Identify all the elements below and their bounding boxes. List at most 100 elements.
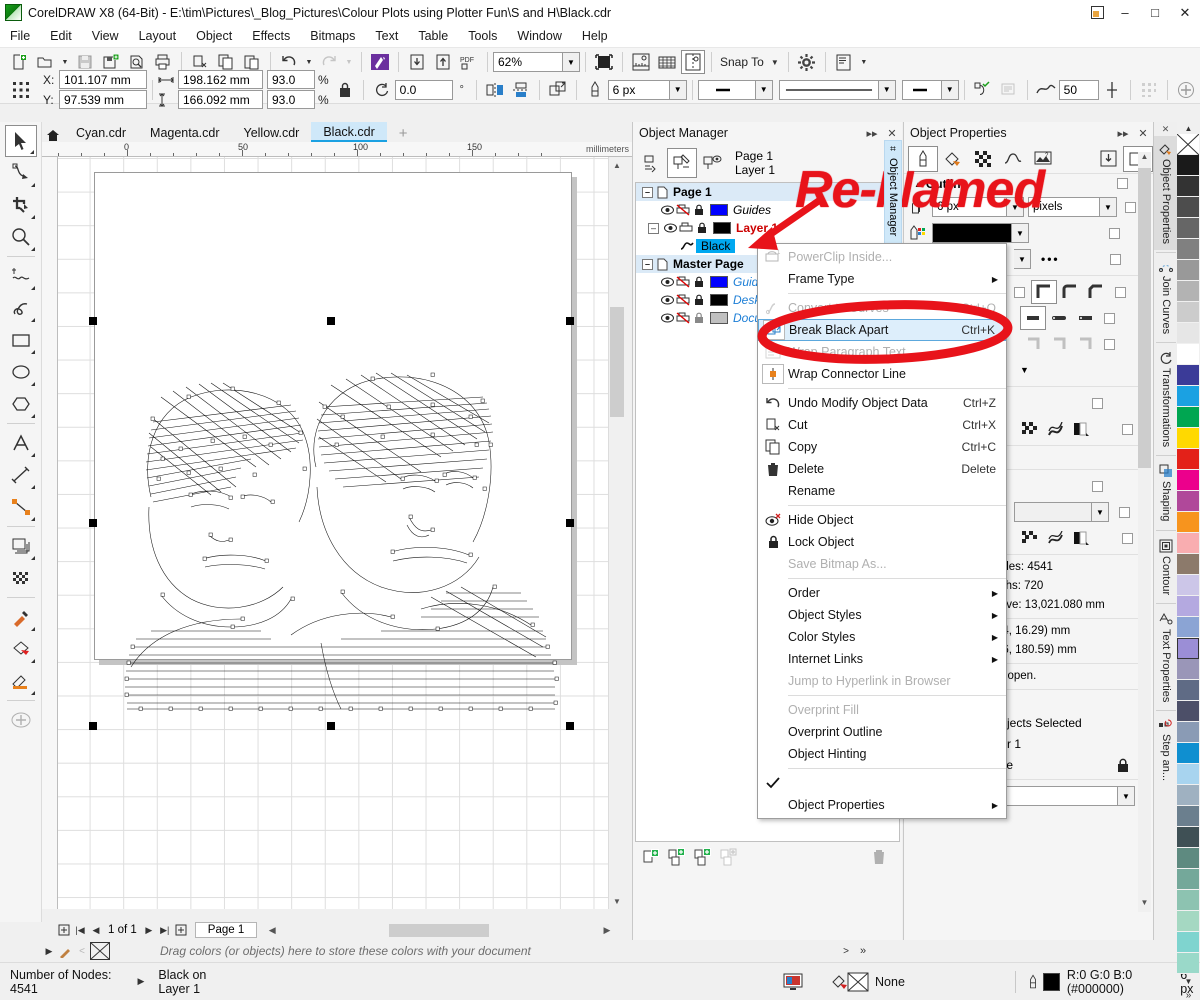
palette-swatch[interactable] [1177, 659, 1199, 680]
freehand-tool[interactable] [5, 260, 37, 292]
menu-item-hide-object[interactable]: Hide Object [758, 509, 1006, 531]
status-outline-color-swatch[interactable] [1043, 973, 1060, 991]
palette-swatch[interactable] [1177, 722, 1199, 743]
zoom-level-input[interactable]: 62% [493, 52, 563, 72]
palette-swatch[interactable] [1177, 596, 1199, 617]
menu-layout[interactable]: Layout [129, 26, 187, 46]
palette-swatch[interactable] [1177, 680, 1199, 701]
transparency-tool[interactable] [5, 562, 37, 594]
menu-item-object-hinting[interactable]: Object Hinting [758, 743, 1006, 765]
quick-customize-icon[interactable] [1174, 78, 1198, 102]
snap-to-dropdown-icon[interactable]: ▼ [768, 50, 782, 74]
line-start-arrow-dropdown-icon[interactable]: ▼ [756, 80, 773, 100]
new-document-icon[interactable] [7, 50, 31, 74]
close-icon[interactable]: ✕ [1133, 123, 1153, 143]
menu-item-overprint-outline[interactable]: Overprint Outline [758, 721, 1006, 743]
summary-lock-icon[interactable] [1117, 758, 1129, 773]
menu-text[interactable]: Text [365, 26, 408, 46]
visibility-eye-icon[interactable] [660, 293, 674, 307]
palette-swatch[interactable] [1177, 491, 1199, 512]
scroll-down-icon[interactable]: ▼ [609, 893, 625, 909]
docker-strip-close-icon[interactable]: ✕ [1154, 122, 1177, 136]
lock-ratio-icon[interactable] [333, 78, 357, 102]
cap-butt-button[interactable] [1020, 306, 1046, 330]
lock-icon[interactable] [692, 203, 706, 217]
rotation-input[interactable]: 0.0 [395, 80, 453, 100]
menu-object[interactable]: Object [186, 26, 242, 46]
palette-swatch[interactable] [1177, 953, 1199, 974]
docker-tab-contour[interactable]: Contour [1154, 533, 1178, 601]
outline-width-checkbox[interactable] [1125, 202, 1136, 213]
menu-item-internet-links[interactable]: Internet Links ▶ [758, 648, 1006, 670]
next-page-button[interactable]: ▶ [141, 922, 157, 938]
docker-tab-object-properties[interactable]: Object Properties [1154, 136, 1178, 250]
status-fill-indicator[interactable]: None [831, 972, 905, 992]
rectangle-tool[interactable] [5, 324, 37, 356]
outline-color-dropdown-icon[interactable]: ▼ [1012, 223, 1029, 243]
palette-swatch[interactable] [1177, 344, 1199, 365]
transparency-type-checkbox[interactable] [1122, 533, 1133, 544]
lock-icon[interactable] [692, 275, 706, 289]
mirror-horizontal-icon[interactable] [483, 78, 507, 102]
vertical-ruler[interactable] [42, 157, 58, 909]
menu-item-color-styles[interactable]: Color Styles ▶ [758, 626, 1006, 648]
doc-tab-cyan[interactable]: Cyan.cdr [64, 122, 138, 142]
drawing-canvas[interactable] [58, 157, 614, 909]
line-start-arrow-selector[interactable] [698, 80, 756, 100]
transparency-merge-dropdown-icon[interactable]: ▼ [1092, 502, 1109, 522]
outline-style-checkbox[interactable] [1110, 254, 1121, 265]
straight-line-connector-tool[interactable] [5, 491, 37, 523]
palette-swatch[interactable] [1177, 176, 1199, 197]
menu-item-cut[interactable]: Cut Ctrl+X [758, 414, 1006, 436]
layer-color-swatch-document-grid[interactable] [710, 312, 728, 324]
outline-color-checkbox[interactable] [1109, 228, 1120, 239]
line-end-arrow-selector[interactable] [902, 80, 942, 100]
menu-edit[interactable]: Edit [40, 26, 82, 46]
menu-item-copy[interactable]: Copy Ctrl+C [758, 436, 1006, 458]
transparency-gradient-button[interactable] [1068, 526, 1094, 550]
transparency-pattern-button[interactable] [1016, 526, 1042, 550]
new-master-layer-odd-icon[interactable] [665, 845, 691, 869]
doc-tab-magenta[interactable]: Magenta.cdr [138, 122, 231, 142]
import-settings-icon[interactable] [1093, 146, 1123, 172]
show-rulers-icon[interactable] [629, 50, 653, 74]
color-eyedropper-tool[interactable] [5, 601, 37, 633]
palette-swatch-selected[interactable] [1177, 638, 1199, 659]
selection-handle-bm[interactable] [327, 722, 335, 730]
menu-item-lock-object[interactable]: Lock Object [758, 531, 1006, 553]
palette-swatch[interactable] [1177, 701, 1199, 722]
menu-item-symbol[interactable]: Object Properties ▶ [758, 794, 1006, 816]
new-master-layer-even-icon[interactable] [691, 845, 717, 869]
menu-item-rename[interactable]: Rename [758, 480, 1006, 502]
zoom-tool[interactable] [5, 221, 37, 253]
layer-color-swatch-guides[interactable] [710, 204, 728, 216]
palette-scroll-up-icon[interactable]: ▲ [1177, 122, 1200, 134]
status-outline-indicator[interactable]: R:0 G:0 B:0 (#000000) 6 px [1028, 968, 1200, 996]
scale-width-input[interactable]: 93.0 [267, 70, 315, 89]
maximize-button[interactable]: □ [1140, 0, 1170, 25]
palette-swatch[interactable] [1177, 323, 1199, 344]
new-layer-icon[interactable] [639, 845, 665, 869]
palette-expand-right-icon[interactable]: » [1177, 988, 1200, 1000]
outline-unit-dropdown-icon[interactable]: ▼ [1100, 197, 1117, 217]
docker-tab-join-curves[interactable]: Join Curves [1154, 255, 1178, 340]
canvas-vertical-scrollbar[interactable]: ▲ ▼ [608, 157, 624, 909]
palette-swatch[interactable] [1177, 155, 1199, 176]
palette-swatch[interactable] [1177, 617, 1199, 638]
palette-swatch[interactable] [1177, 554, 1199, 575]
width-input[interactable]: 198.162 mm [178, 70, 263, 89]
wrap-text-property-icon[interactable] [971, 78, 995, 102]
lock-icon[interactable] [692, 293, 706, 307]
horizontal-scroll-thumb[interactable] [389, 924, 489, 937]
outline-color-swatch[interactable] [932, 223, 1012, 243]
shape-tool[interactable] [5, 157, 37, 189]
corner-bevel-button[interactable] [1083, 280, 1109, 304]
new-document-tab-button[interactable]: + [387, 122, 420, 142]
menu-item-undo-modify-object-data[interactable]: Undo Modify Object Data Ctrl+Z [758, 392, 1006, 414]
palette-scroll-down-icon[interactable]: ▼ [1177, 974, 1200, 988]
outline-width-input[interactable]: 6 px [608, 80, 670, 100]
object-properties-scrollbar[interactable]: ▲ ▼ [1138, 152, 1151, 912]
menu-view[interactable]: View [82, 26, 129, 46]
fill-pattern-button[interactable] [1016, 417, 1042, 441]
delete-icon[interactable] [866, 845, 892, 869]
